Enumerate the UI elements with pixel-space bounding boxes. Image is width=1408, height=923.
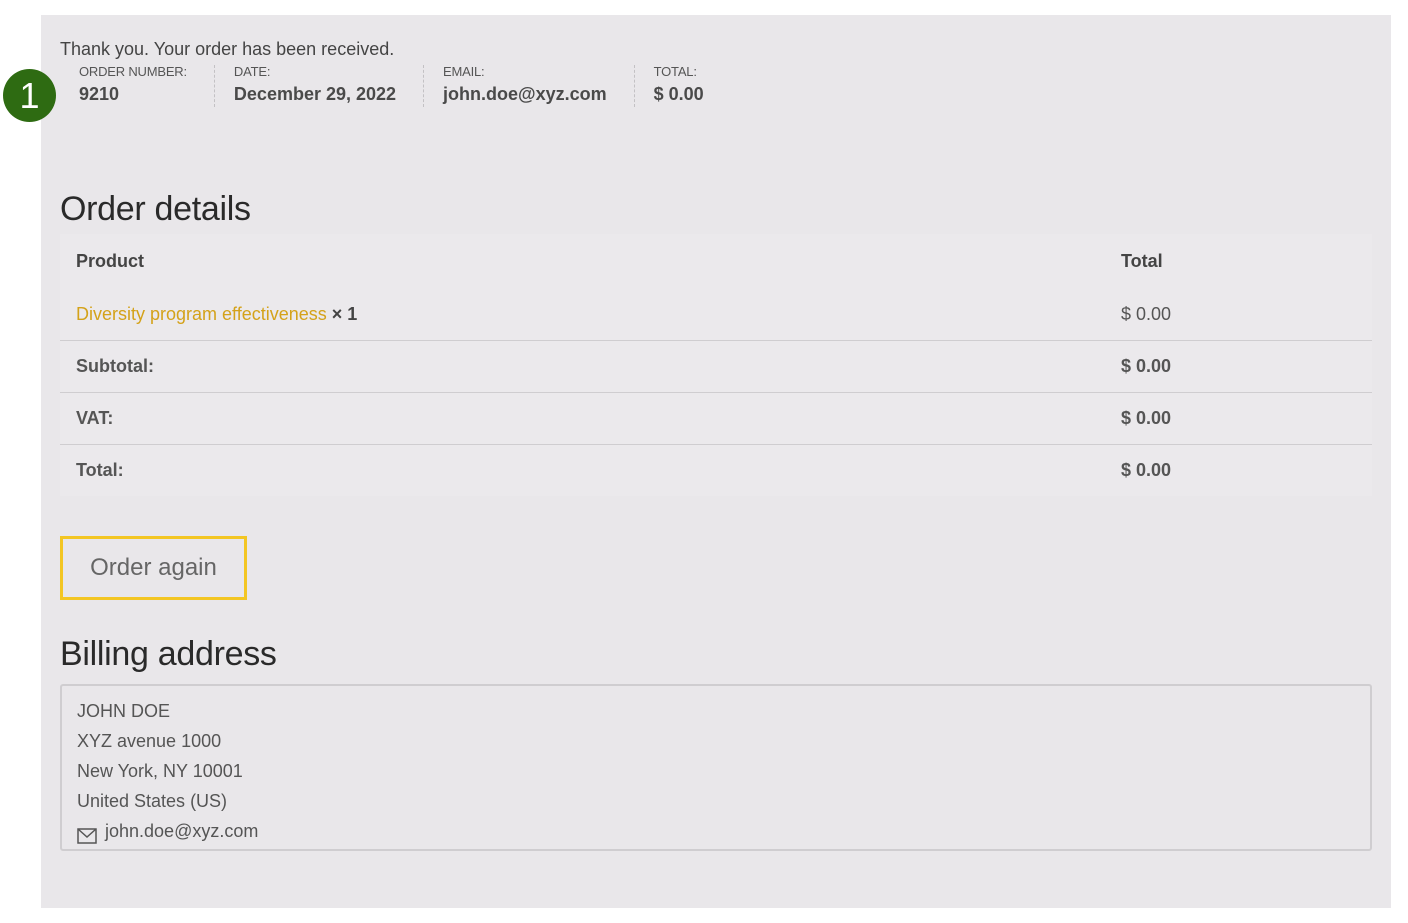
thank-you-message: Thank you. Your order has been received. — [60, 39, 395, 59]
billing-country: United States (US) — [77, 791, 228, 811]
mail-icon — [77, 823, 97, 844]
table-row: Subtotal: $ 0.00 — [60, 340, 1372, 393]
table-header-row: Product Total — [60, 234, 1372, 289]
overview-order-number: ORDER NUMBER: 9210 — [60, 65, 215, 107]
product-total: $ 0.00 — [1105, 289, 1372, 341]
order-again-button[interactable]: Order again — [60, 536, 247, 600]
billing-name: JOHN DOE — [77, 701, 171, 721]
overview-date: DATE: December 29, 2022 — [215, 64, 425, 107]
overview-total: TOTAL: $ 0.00 — [635, 65, 731, 107]
product-link[interactable]: Diversity program effectiveness — [76, 304, 327, 324]
vat-label: VAT: — [60, 392, 1105, 445]
overview-email: EMAIL: john.doe@xyz.com — [424, 65, 635, 107]
product-column-header: Product — [76, 251, 145, 271]
overview-value: john.doe@xyz.com — [443, 84, 607, 104]
overview-label: ORDER NUMBER: — [79, 64, 187, 79]
table-row: VAT: $ 0.00 — [60, 392, 1372, 445]
billing-address-title: Billing address — [60, 635, 277, 673]
total-value: $ 0.00 — [1121, 460, 1172, 480]
table-row: Diversity program effectiveness × 1 $ 0.… — [60, 289, 1372, 341]
total-label: Total: — [76, 460, 124, 480]
overview-value: 9210 — [79, 84, 120, 104]
order-details-title: Order details — [60, 190, 251, 228]
overview-label: TOTAL: — [653, 64, 697, 79]
overview-label: EMAIL: — [443, 64, 485, 79]
overview-label: DATE: — [233, 64, 271, 79]
billing-street: XYZ avenue 1000 — [77, 731, 222, 751]
billing-address-box: JOHN DOE XYZ avenue 1000 New York, NY 10… — [60, 684, 1372, 851]
order-overview: ORDER NUMBER: 9210 DATE: December 29, 20… — [60, 65, 731, 107]
product-cell: Diversity program effectiveness × 1 — [60, 289, 1105, 341]
billing-city: New York, NY 10001 — [77, 761, 243, 781]
vat-value: $ 0.00 — [1105, 392, 1372, 445]
table-row: Total: $ 0.00 — [60, 445, 1372, 497]
overview-value: December 29, 2022 — [233, 84, 397, 104]
total-column-header: Total — [1121, 251, 1163, 271]
order-details-table: Product Total Diversity program effectiv… — [60, 234, 1372, 496]
step-number-badge: 1 — [3, 69, 56, 122]
billing-email: john.doe@xyz.com — [105, 821, 259, 841]
subtotal-value: $ 0.00 — [1105, 340, 1372, 393]
product-quantity: × 1 — [331, 304, 358, 324]
order-received-panel: Thank you. Your order has been received.… — [41, 15, 1391, 908]
overview-value: $ 0.00 — [653, 84, 704, 104]
subtotal-label: Subtotal: — [60, 340, 1105, 393]
billing-email-row: john.doe@xyz.com — [77, 816, 1370, 846]
